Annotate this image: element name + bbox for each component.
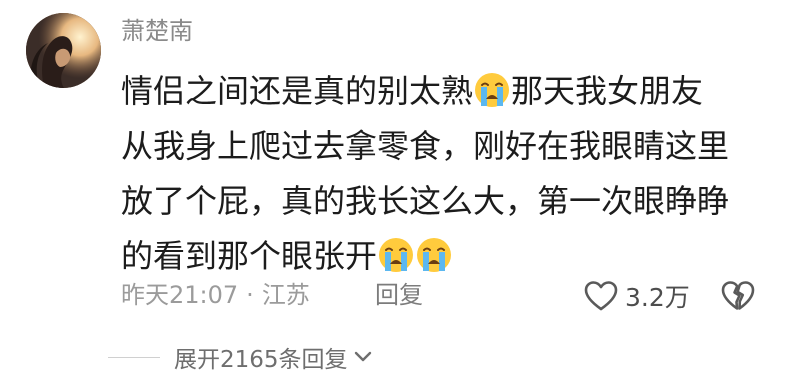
comment-meta: 昨天21:07 · 江苏 xyxy=(121,279,310,311)
username[interactable]: 萧楚南 xyxy=(121,15,193,47)
comment-line: 的看到那个眼张开 xyxy=(121,229,771,284)
meta-separator: · xyxy=(246,281,254,309)
comment-line: 从我身上爬过去拿零食，刚好在我眼睛这里 xyxy=(121,119,771,174)
dislike-button[interactable] xyxy=(720,280,756,312)
heart-outline-icon xyxy=(584,281,618,311)
avatar-image xyxy=(26,13,101,88)
comment-text-segment: 的看到那个眼张开 xyxy=(121,237,378,275)
comment-line: 放了个屁，真的我长这么大，第一次眼睁睁 xyxy=(121,174,771,229)
loudly-crying-face-icon xyxy=(474,72,510,108)
loudly-crying-face-icon xyxy=(378,237,414,273)
comment-text-segment: 那天我女朋友 xyxy=(511,72,704,110)
comment-time: 昨天21:07 xyxy=(121,281,239,309)
comment-line: 情侣之间还是真的别太熟 那天我女朋友 xyxy=(121,64,771,119)
loudly-crying-face-icon xyxy=(416,237,452,273)
comment-text: 情侣之间还是真的别太熟 那天我女朋友 从我身上爬过去拿零食，刚好在我眼睛这里 放了… xyxy=(121,64,771,284)
reply-button[interactable]: 回复 xyxy=(375,279,423,311)
expand-replies-button[interactable]: 展开2165条回复 xyxy=(108,340,372,374)
avatar[interactable] xyxy=(26,13,101,88)
like-button[interactable]: 3.2万 xyxy=(583,279,690,313)
broken-heart-icon xyxy=(721,281,755,310)
comment-location: 江苏 xyxy=(261,281,310,309)
comment-text-segment: 情侣之间还是真的别太熟 xyxy=(121,72,474,110)
expand-replies-label: 展开2165条回复 xyxy=(174,347,348,373)
comment-text-segment: 放了个屁，真的我长这么大，第一次眼睁睁 xyxy=(121,182,730,220)
comment-text-segment: 从我身上爬过去拿零食，刚好在我眼睛这里 xyxy=(121,127,730,165)
like-count: 3.2万 xyxy=(625,283,690,312)
chevron-down-icon xyxy=(354,351,372,363)
divider xyxy=(108,356,160,358)
